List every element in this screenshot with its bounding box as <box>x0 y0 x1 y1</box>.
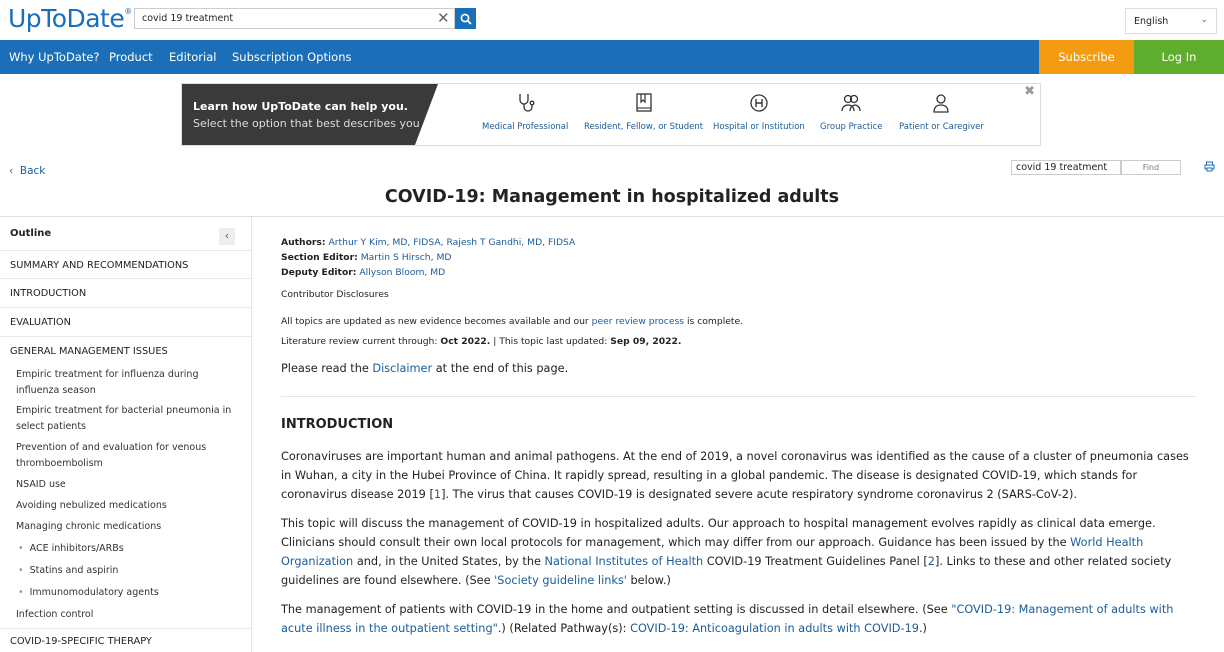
outline-item-evaluation[interactable]: EVALUATION <box>0 308 251 337</box>
persona-label: Medical Professional <box>482 122 569 132</box>
nav-subscription-options[interactable]: Subscription Options <box>232 50 351 64</box>
clear-search-icon[interactable]: ✕ <box>437 9 450 27</box>
outline-sub-influenza[interactable]: Empiric treatment for influenza during i… <box>16 367 241 398</box>
outline-heading: Outline <box>10 228 52 239</box>
update-note: All topics are updated as new evidence b… <box>281 316 744 327</box>
nav-why-uptodate[interactable]: Why UpToDate? <box>9 50 100 64</box>
disclaimer-note: Please read the Disclaimer at the end of… <box>281 362 569 375</box>
login-button[interactable]: Log In <box>1134 40 1224 74</box>
section-editor-line: Section Editor: Martin S Hirsch, MD <box>281 252 452 263</box>
outline-subsub-ace[interactable]: • ACE inhibitors/ARBs <box>18 543 124 554</box>
book-icon <box>635 93 652 112</box>
persona-patient[interactable]: Patient or Caregiver <box>899 92 984 132</box>
outline-sub-bacterial-pneumonia[interactable]: Empiric treatment for bacterial pneumoni… <box>16 403 241 434</box>
persona-group-practice[interactable]: Group Practice <box>820 92 883 132</box>
banner-title: Learn how UpToDate can help you. <box>193 100 408 113</box>
bullet-icon: • <box>18 543 24 554</box>
chevron-down-icon: ⌄ <box>1200 15 1208 25</box>
pathway-link[interactable]: COVID-19: Anticoagulation in adults with… <box>630 622 919 635</box>
persona-label: Group Practice <box>820 122 883 132</box>
group-icon <box>841 94 861 112</box>
section-heading: INTRODUCTION <box>281 417 394 432</box>
language-value: English <box>1134 16 1169 27</box>
outline-subsub-statins[interactable]: • Statins and aspirin <box>18 565 118 576</box>
find-button[interactable]: Find <box>1121 160 1181 175</box>
peer-review-link[interactable]: peer review process <box>592 316 684 327</box>
persona-label: Patient or Caregiver <box>899 122 984 132</box>
outline-sub-nebulized[interactable]: Avoiding nebulized medications <box>16 498 241 514</box>
reference-link[interactable]: 2 <box>928 555 935 568</box>
persona-hospital[interactable]: Hospital or Institution <box>713 92 805 132</box>
persona-label: Resident, Fellow, or Student <box>584 122 704 132</box>
intro-paragraph-1: Coronaviruses are important human and an… <box>281 450 1189 501</box>
authors-line: Authors: Arthur Y Kim, MD, FIDSA, Rajesh… <box>281 237 576 248</box>
outline-sub-vte[interactable]: Prevention of and evaluation for venous … <box>16 440 241 471</box>
find-input[interactable]: covid 19 treatment <box>1011 160 1121 175</box>
banner-subtitle: Select the option that best describes yo… <box>193 117 420 130</box>
bullet-icon: • <box>18 587 24 598</box>
disclaimer-link[interactable]: Disclaimer <box>372 362 432 375</box>
nih-link[interactable]: National Institutes of Health <box>545 555 704 568</box>
search-button[interactable] <box>455 8 476 29</box>
language-select[interactable]: English ⌄ <box>1125 8 1217 34</box>
outline-item-introduction[interactable]: INTRODUCTION <box>0 279 251 308</box>
page-title: COVID-19: Management in hospitalized adu… <box>384 187 840 207</box>
bullet-icon: • <box>18 565 24 576</box>
outline-item-covid-therapy[interactable]: COVID-19-SPECIFIC THERAPY <box>0 636 251 647</box>
subscribe-button[interactable]: Subscribe <box>1039 40 1134 74</box>
uptodate-logo[interactable]: UpToDate® <box>8 4 132 33</box>
society-guideline-link[interactable]: 'Society guideline links' <box>494 574 627 587</box>
hospital-icon <box>750 94 768 112</box>
persona-banner: Learn how UpToDate can help you. Select … <box>181 83 1041 146</box>
back-link[interactable]: ‹ Back <box>9 165 45 177</box>
collapse-outline-button[interactable]: ‹ <box>219 228 235 245</box>
search-input[interactable]: covid 19 treatment <box>134 8 455 29</box>
intro-paragraph-3: The management of patients with COVID-19… <box>281 603 1174 635</box>
persona-label: Hospital or Institution <box>713 122 805 132</box>
person-icon <box>933 94 950 113</box>
intro-paragraph-2: This topic will discuss the management o… <box>281 517 1172 587</box>
stethoscope-icon <box>519 94 535 112</box>
divider <box>0 628 251 629</box>
contributor-disclosures-link[interactable]: Contributor Disclosures <box>281 289 389 300</box>
outline-sidebar: Outline ‹ SUMMARY AND RECOMMENDATIONS IN… <box>0 217 252 652</box>
reference-link[interactable]: 1 <box>434 488 441 501</box>
search-icon <box>460 13 472 25</box>
deputy-editor-link[interactable]: Allyson Bloom, MD <box>359 267 445 278</box>
authors-link[interactable]: Arthur Y Kim, MD, FIDSA, Rajesh T Gandhi… <box>329 237 576 248</box>
section-editor-link[interactable]: Martin S Hirsch, MD <box>361 252 452 263</box>
outline-item-summary[interactable]: SUMMARY AND RECOMMENDATIONS <box>0 250 251 279</box>
nav-product[interactable]: Product <box>109 50 153 64</box>
deputy-editor-line: Deputy Editor: Allyson Bloom, MD <box>281 267 446 278</box>
outline-item-general-management[interactable]: GENERAL MANAGEMENT ISSUES <box>0 337 251 363</box>
chevron-left-icon: ‹ <box>9 165 14 177</box>
close-icon[interactable]: ✖ <box>1024 84 1035 99</box>
outline-subsub-immunomodulatory[interactable]: • Immunomodulatory agents <box>18 587 159 598</box>
persona-medical-professional[interactable]: Medical Professional <box>482 92 568 132</box>
main-nav: Why UpToDate? Product Editorial Subscrip… <box>0 40 1224 74</box>
outline-sub-infection-control[interactable]: Infection control <box>16 607 241 627</box>
outline-sub-chronic-meds[interactable]: Managing chronic medications <box>16 519 241 535</box>
top-bar: UpToDate® covid 19 treatment ✕ English ⌄ <box>0 0 1224 40</box>
banner-promo: Learn how UpToDate can help you. Select … <box>182 84 438 145</box>
print-icon[interactable] <box>1204 161 1215 172</box>
persona-resident[interactable]: Resident, Fellow, or Student <box>584 92 703 132</box>
divider <box>281 396 1196 397</box>
nav-editorial[interactable]: Editorial <box>169 50 216 64</box>
review-dates: Literature review current through: Oct 2… <box>281 336 682 347</box>
outline-sub-nsaid[interactable]: NSAID use <box>16 477 241 493</box>
